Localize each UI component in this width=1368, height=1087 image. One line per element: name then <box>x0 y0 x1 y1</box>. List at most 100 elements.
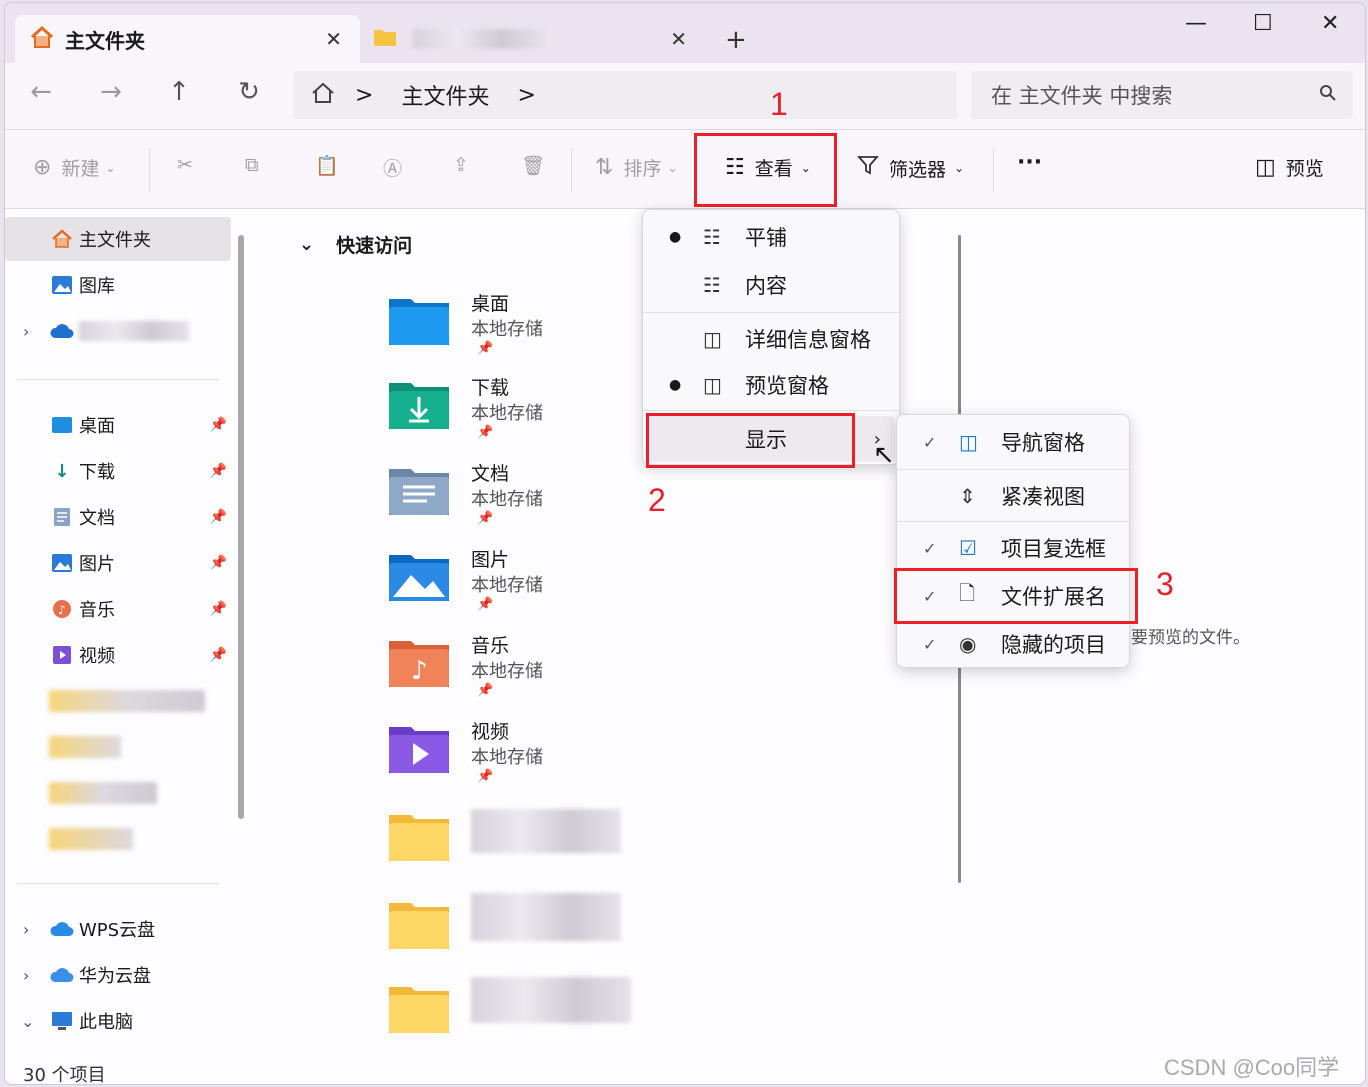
sidebar-item-huawei[interactable]: › 华为云盘 <box>5 953 231 997</box>
rename-icon[interactable]: Ⓐ <box>383 154 402 181</box>
cut-icon[interactable]: ✂ <box>177 154 193 176</box>
pin-icon[interactable]: 📌 <box>210 601 227 617</box>
svg-text:♪: ♪ <box>58 603 66 617</box>
tab-home[interactable]: 主文件夹 ✕ <box>15 15 360 63</box>
home-outline-icon[interactable] <box>311 82 335 108</box>
documents-folder-icon <box>389 463 449 515</box>
menu-item-content[interactable]: ☷ 内容 <box>647 262 895 308</box>
more-options-button[interactable]: ··· <box>1017 150 1042 175</box>
sidebar-item-music[interactable]: ♪ 音乐 📌 <box>5 587 231 631</box>
folder-blurred[interactable] <box>389 805 629 885</box>
blurred-label <box>471 977 631 1023</box>
blurred-label <box>471 809 621 853</box>
folder-pictures[interactable]: 图片 本地存储 📌 <box>389 545 629 625</box>
menu-item-compact-view[interactable]: ⇕ 紧凑视图 <box>901 473 1125 519</box>
new-button[interactable]: ⊕ 新建 ⌄ <box>33 154 116 181</box>
blurred-label <box>49 828 133 850</box>
menu-item-checkboxes[interactable]: ✓ ☑ 项目复选框 <box>901 525 1125 571</box>
menu-item-hidden-items[interactable]: ✓ ◉ 隐藏的项目 <box>901 621 1125 667</box>
preview-button[interactable]: ◫ 预览 <box>1255 154 1324 181</box>
up-arrow-icon[interactable]: ↑ <box>161 77 197 107</box>
home-icon <box>49 228 75 250</box>
folder-downloads[interactable]: 下载 本地存储 📌 <box>389 373 629 453</box>
close-window-button[interactable]: ✕ <box>1321 11 1339 36</box>
breadcrumb-separator[interactable]: > <box>517 83 535 108</box>
sidebar-item-blurred[interactable] <box>5 679 231 723</box>
minimize-button[interactable]: — <box>1185 11 1207 36</box>
menu-item-label: 预览窗格 <box>745 374 829 398</box>
maximize-button[interactable]: ☐ <box>1253 11 1273 36</box>
pin-icon[interactable]: 📌 <box>210 463 227 479</box>
address-bar[interactable]: > 主文件夹 > <box>293 71 957 119</box>
sidebar-scrollbar[interactable] <box>238 235 244 819</box>
folder-documents[interactable]: 文档 本地存储 📌 <box>389 459 629 539</box>
folder-icon <box>389 981 449 1033</box>
search-input[interactable]: 在 主文件夹 中搜索 <box>971 71 1353 119</box>
menu-item-preview-pane[interactable]: ● ◫ 预览窗格 <box>647 362 895 408</box>
sidebar-item-onedrive[interactable]: › <box>5 309 231 353</box>
folder-music[interactable]: ♪ 音乐 本地存储 📌 <box>389 631 629 711</box>
sidebar-item-blurred[interactable] <box>5 817 231 861</box>
refresh-icon[interactable]: ↻ <box>231 77 267 107</box>
pin-icon: 📌 <box>477 769 494 784</box>
annotation-3: 3 <box>1156 566 1174 602</box>
delete-icon[interactable]: 🗑 <box>521 154 545 177</box>
folder-icon <box>389 809 449 861</box>
sidebar-item-blurred[interactable] <box>5 771 231 815</box>
sort-button[interactable]: ⇅ 排序 ⌄ <box>595 154 678 181</box>
pictures-icon <box>49 552 75 574</box>
folder-desktop[interactable]: 桌面 本地存储 📌 <box>389 289 629 369</box>
sidebar-item-thispc[interactable]: ⌄ 此电脑 <box>5 999 231 1043</box>
pin-icon[interactable]: 📌 <box>210 555 227 571</box>
breadcrumb[interactable]: 主文件夹 <box>401 79 489 111</box>
forward-arrow-icon[interactable]: → <box>93 77 129 107</box>
tab-second[interactable]: ✕ <box>365 15 705 63</box>
share-icon[interactable]: ⇪ <box>453 154 469 176</box>
chevron-right-icon[interactable]: › <box>23 966 29 985</box>
close-tab-icon[interactable]: ✕ <box>325 27 342 51</box>
desktop-folder-icon <box>389 293 449 345</box>
menu-separator <box>897 469 1129 470</box>
pin-icon[interactable]: 📌 <box>210 417 227 433</box>
sidebar-item-blurred[interactable] <box>5 725 231 769</box>
sidebar-item-label: 华为云盘 <box>79 966 151 987</box>
sidebar-item-label: WPS云盘 <box>79 920 156 941</box>
menu-separator <box>897 521 1129 522</box>
folder-location: 本地存储 <box>471 403 543 424</box>
pin-icon[interactable]: 📌 <box>210 647 227 663</box>
sidebar-item-downloads[interactable]: ↓ 下载 📌 <box>5 449 231 493</box>
pin-icon[interactable]: 📌 <box>210 509 227 525</box>
menu-item-tiles[interactable]: ● ☷ 平铺 <box>647 214 895 260</box>
new-tab-button[interactable]: + <box>725 25 747 55</box>
breadcrumb-separator[interactable]: > <box>355 83 373 108</box>
chevron-down-icon[interactable]: ⌄ <box>21 1012 34 1031</box>
folder-videos[interactable]: 视频 本地存储 📌 <box>389 717 629 797</box>
plus-circle-icon: ⊕ <box>33 155 52 180</box>
back-arrow-icon[interactable]: ← <box>23 77 59 107</box>
sidebar-item-desktop[interactable]: 桌面 📌 <box>5 403 231 447</box>
folder-name: 图片 <box>471 549 510 571</box>
filter-button[interactable]: 筛选器 ⌄ <box>857 154 964 182</box>
sidebar-item-gallery[interactable]: 图库 <box>5 263 231 307</box>
close-tab-icon[interactable]: ✕ <box>670 27 687 51</box>
menu-item-details-pane[interactable]: ◫ 详细信息窗格 <box>647 316 895 362</box>
chevron-down-icon[interactable]: ⌄ <box>299 234 314 255</box>
chevron-right-icon[interactable]: › <box>23 322 29 341</box>
quick-access-header[interactable]: ⌄ 快速访问 <box>299 231 412 258</box>
sidebar-item-pictures[interactable]: 图片 📌 <box>5 541 231 585</box>
sidebar-item-label: 图库 <box>79 276 115 297</box>
copy-icon[interactable]: ⧉ <box>245 154 259 176</box>
search-icon <box>1319 83 1337 107</box>
paste-icon[interactable]: 📋 <box>315 154 339 177</box>
folder-blurred[interactable] <box>389 893 629 973</box>
search-placeholder: 在 主文件夹 中搜索 <box>991 84 1173 108</box>
sidebar-item-documents[interactable]: 文档 📌 <box>5 495 231 539</box>
sidebar-item-home[interactable]: 主文件夹 <box>5 217 231 261</box>
folder-blurred[interactable] <box>389 977 631 1057</box>
sidebar-item-wps[interactable]: › WPS云盘 <box>5 907 231 951</box>
sidebar-item-videos[interactable]: 视频 📌 <box>5 633 231 677</box>
menu-item-nav-pane[interactable]: ✓ ◫ 导航窗格 <box>901 419 1125 465</box>
chevron-right-icon[interactable]: › <box>23 920 29 939</box>
sidebar-item-label: 文档 <box>79 508 115 529</box>
gallery-icon <box>49 274 75 296</box>
